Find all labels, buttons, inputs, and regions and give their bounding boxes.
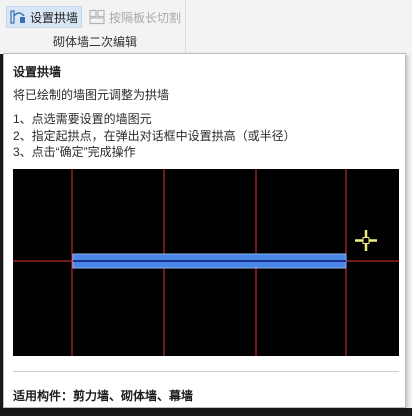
tooltip-applicable-components: 适用构件：剪力墙、砌体墙、幕墙	[13, 389, 194, 403]
set-arch-wall-label: 设置拱墙	[30, 10, 79, 25]
tooltip-step: 3、点击“确定”完成操作	[13, 145, 136, 159]
tooltip-steps: 1、点选需要设置的墙图元 2、指定起拱点，在弹出对话框中设置拱高（或半径） 3、…	[13, 111, 296, 161]
set-arch-wall-button[interactable]: 设置拱墙	[6, 6, 83, 28]
command-tooltip: 设置拱墙 将已绘制的墙图元调整为拱墙 1、点选需要设置的墙图元 2、指定起拱点，…	[3, 53, 406, 408]
ribbon-separator	[185, 0, 186, 54]
app-window: 设置拱墙 按隔板长切割 砌体墙二次编辑 设置拱墙 将已绘制的墙图元调整为拱墙 1…	[0, 0, 412, 416]
crosshair-cursor-icon	[355, 230, 377, 251]
tooltip-divider	[13, 371, 399, 372]
drawing-canvas-bottom	[0, 408, 412, 416]
tooltip-step: 2、指定起拱点，在弹出对话框中设置拱高（或半径）	[13, 128, 296, 143]
arch-wall-icon	[10, 9, 26, 25]
tooltip-illustration	[13, 169, 399, 356]
illustration-canvas	[13, 169, 399, 356]
cut-by-slab-length-button[interactable]: 按隔板长切割	[86, 6, 184, 28]
ribbon-group-label: 砌体墙二次编辑	[52, 35, 137, 49]
tooltip-description: 将已绘制的墙图元调整为拱墙	[13, 88, 170, 102]
tooltip-step: 1、点选需要设置的墙图元	[13, 112, 152, 126]
tooltip-title: 设置拱墙	[13, 65, 62, 79]
cut-wall-icon	[89, 9, 105, 25]
cut-by-slab-length-label: 按隔板长切割	[109, 10, 182, 25]
ribbon-toolbar: 设置拱墙 按隔板长切割 砌体墙二次编辑	[0, 0, 412, 54]
